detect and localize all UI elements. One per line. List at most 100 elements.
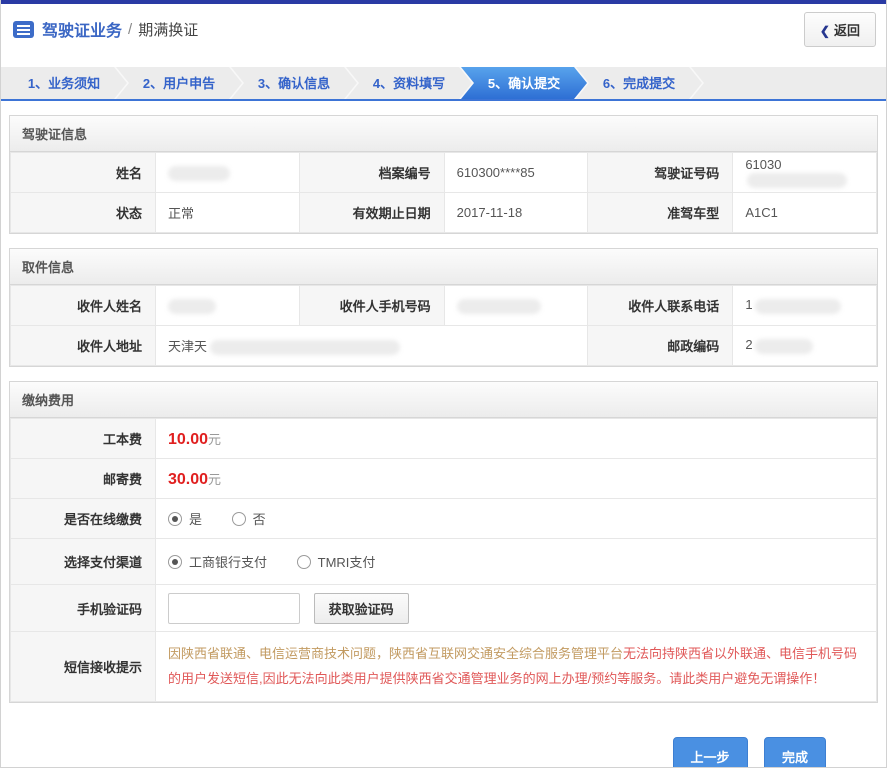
file-no-label: 档案编号 [298,152,445,193]
redacted-blob [456,298,541,314]
name-value [155,152,300,193]
address-value: 天津天 [154,325,589,366]
prev-step-button[interactable]: 上一步 [672,736,748,767]
redacted-blob [168,165,230,181]
table-row: 选择支付渠道 工商银行支付 TMRI支付 [10,538,877,585]
step-tabs-filler [691,67,886,99]
status-label: 状态 [10,192,156,233]
vehicle-type-value: A1C1 [732,192,877,233]
sms-code-row: 获取验证码 [155,584,877,632]
step-tab-4[interactable]: 4、资料填写 [346,67,472,99]
expiry-value: 2017-11-18 [443,192,589,233]
license-no-prefix: 61030 [745,156,782,172]
license-info-table: 姓名 档案编号 610300****85 驾驶证号码 61030 状态 正常 有… [10,152,877,233]
work-fee-value: 10.00元 [155,418,877,459]
recipient-tel-prefix: 1 [745,297,753,313]
recipient-mobile-value [443,285,589,326]
tmri-pay-radio[interactable] [296,555,311,569]
footer-actions: 上一步 完成 [1,715,886,767]
recipient-tel-label: 收件人联系电话 [587,285,734,326]
fees-table: 工本费 10.00元 邮寄费 30.00元 是否在线缴费 是 否 选择支付渠道 … [10,418,877,702]
online-no-radio[interactable] [231,512,246,526]
step-tabs: 1、业务须知 2、用户申告 3、确认信息 4、资料填写 5、确认提交 6、完成提… [1,67,886,101]
online-payment-label: 是否在线缴费 [10,498,156,539]
sms-notice-cell: 因陕西省联通、电信运营商技术问题，陕西省互联网交通安全综合服务管理平台无法向持陕… [155,631,877,702]
license-info-section: 驾驶证信息 姓名 档案编号 610300****85 驾驶证号码 61030 状… [9,115,878,234]
online-yes-radio[interactable] [168,512,182,526]
online-payment-options: 是 否 [155,498,877,539]
zip-value: 2 [732,325,877,366]
done-button[interactable]: 完成 [763,736,826,767]
post-fee-value: 30.00元 [155,458,877,499]
table-row: 邮寄费 30.00元 [10,458,877,499]
table-row: 收件人姓名 收件人手机号码 收件人联系电话 1 [10,285,877,326]
payment-channel-options: 工商银行支付 TMRI支付 [155,538,877,585]
zip-prefix: 2 [745,337,753,353]
table-row: 工本费 10.00元 [10,418,877,459]
zip-label: 邮政编码 [587,325,734,366]
table-row: 手机验证码 获取验证码 [10,584,877,632]
work-fee-label: 工本费 [10,418,156,459]
sms-notice-text: 因陕西省联通、电信运营商技术问题，陕西省互联网交通安全综合服务管理平台无法向持陕… [156,632,876,701]
table-row: 状态 正常 有效期止日期 2017-11-18 准驾车型 A1C1 [10,192,877,233]
icbc-pay-label[interactable]: 工商银行支付 [189,555,267,570]
sms-code-input[interactable] [168,592,300,624]
step-tab-3[interactable]: 3、确认信息 [231,67,357,99]
post-fee-label: 邮寄费 [10,458,156,499]
icbc-pay-radio[interactable] [168,555,182,569]
post-fee-amount: 30.00 [168,470,209,488]
sms-notice-part1: 因陕西省联通、电信运营商技术问题，陕西省互联网交通安全综合服务管理平台 [168,646,624,661]
redacted-blob [754,338,813,354]
page-title: 驾驶证业务 [42,23,123,40]
tmri-pay-label[interactable]: TMRI支付 [318,555,376,570]
online-no-label[interactable]: 否 [253,512,266,527]
fee-unit: 元 [208,471,222,487]
license-section-title: 驾驶证信息 [10,116,877,152]
chevron-left-icon: ❮ [819,23,830,38]
fee-unit: 元 [208,431,222,447]
redacted-blob [210,340,401,356]
license-no-value: 61030 [732,152,877,193]
work-fee-amount: 10.00 [168,430,209,448]
sms-code-label: 手机验证码 [10,584,156,632]
page: 驾驶证业务 / 期满换证 ❮ 返回 1、业务须知 2、用户申告 3、确认信息 4、… [0,0,887,768]
address-label: 收件人地址 [10,325,156,366]
sms-notice-label: 短信接收提示 [10,631,156,702]
recipient-name-label: 收件人姓名 [10,285,156,326]
redacted-blob [168,298,216,314]
recipient-name-value [155,285,300,326]
table-row: 短信接收提示 因陕西省联通、电信运营商技术问题，陕西省互联网交通安全综合服务管理… [10,631,877,702]
recipient-tel-value: 1 [732,285,877,326]
page-header: 驾驶证业务 / 期满换证 ❮ 返回 [1,4,886,54]
pickup-info-table: 收件人姓名 收件人手机号码 收件人联系电话 1 收件人地址 天津天 邮政编码 2 [10,285,877,366]
file-no-value: 610300****85 [443,152,589,193]
payment-channel-label: 选择支付渠道 [10,538,156,585]
form-list-icon [13,20,34,38]
step-tab-1[interactable]: 1、业务须知 [1,67,127,99]
redacted-blob [747,173,848,189]
address-prefix: 天津天 [168,338,208,354]
fees-section-title: 缴纳费用 [10,382,877,418]
pickup-info-section: 取件信息 收件人姓名 收件人手机号码 收件人联系电话 1 收件人地址 天津天 邮… [9,248,878,367]
online-yes-label[interactable]: 是 [189,512,202,527]
fees-section: 缴纳费用 工本费 10.00元 邮寄费 30.00元 是否在线缴费 是 否 选择… [9,381,878,703]
redacted-blob [754,298,841,314]
status-value: 正常 [155,192,300,233]
get-code-button[interactable]: 获取验证码 [313,592,409,624]
step-tab-5-active[interactable]: 5、确认提交 [461,67,587,99]
pickup-section-title: 取件信息 [10,249,877,285]
license-no-label: 驾驶证号码 [587,152,734,193]
breadcrumb-current: 期满换证 [138,21,199,39]
step-tab-2[interactable]: 2、用户申告 [116,67,242,99]
recipient-mobile-label: 收件人手机号码 [298,285,445,326]
back-button-label: 返回 [833,22,860,38]
breadcrumb-separator: / [128,20,133,38]
name-label: 姓名 [10,152,156,193]
vehicle-type-label: 准驾车型 [587,192,734,233]
back-button[interactable]: ❮ 返回 [803,11,876,47]
table-row: 姓名 档案编号 610300****85 驾驶证号码 61030 [10,152,877,193]
step-tab-6[interactable]: 6、完成提交 [576,67,702,99]
expiry-label: 有效期止日期 [298,192,445,233]
table-row: 是否在线缴费 是 否 [10,498,877,539]
table-row: 收件人地址 天津天 邮政编码 2 [10,325,877,366]
